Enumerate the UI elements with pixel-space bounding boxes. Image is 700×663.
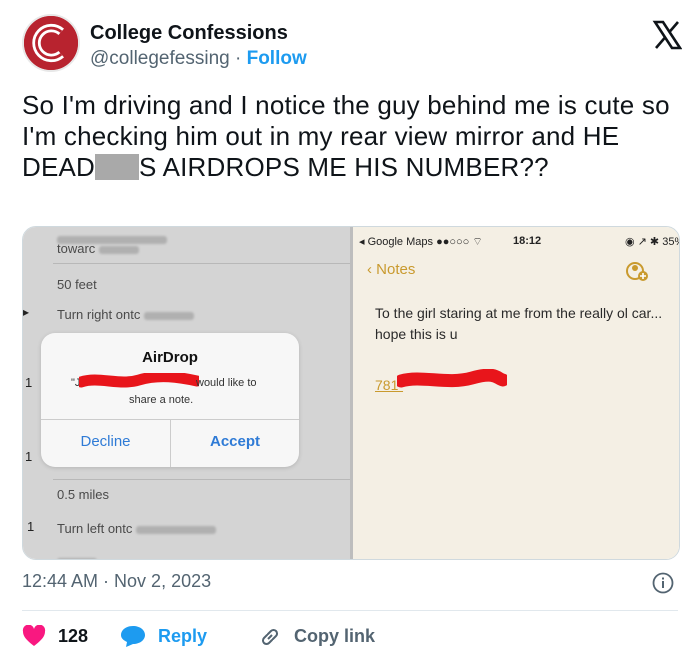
- like-count: 128: [58, 625, 89, 646]
- copy-link-button[interactable]: Copy link: [258, 622, 375, 650]
- follow-button[interactable]: Follow: [247, 48, 307, 69]
- author-handle[interactable]: @collegefessing: [90, 48, 230, 69]
- speech-bubble-icon: [121, 626, 145, 647]
- nav-line: 0.5 miles: [57, 487, 110, 502]
- heart-icon: [22, 625, 46, 646]
- author-name[interactable]: College Confessions: [90, 22, 288, 45]
- route-marker-icon: 1: [25, 375, 33, 390]
- status-app: ◂ Google Maps ●●○○○ ⌔: [359, 236, 483, 248]
- airdrop-title: AirDrop: [142, 349, 198, 366]
- note-body-text: To the girl staring at me from the reall…: [375, 305, 663, 342]
- x-logo-icon[interactable]: [652, 20, 682, 50]
- decline-button[interactable]: Decline: [41, 433, 170, 450]
- route-marker-icon: 1: [27, 519, 35, 534]
- maps-screenshot: towarc 50 feet ▸ Turn right ontc 1 1 Air…: [23, 227, 351, 559]
- tweet-text-part2: S AIRDROPS ME HIS NUMBER??: [139, 152, 549, 182]
- avatar[interactable]: [22, 14, 80, 72]
- notes-screenshot: ◂ Google Maps ●●○○○ ⌔ 18:12 ◉ ↗ ✱ 35% ‹ …: [353, 227, 679, 559]
- nav-line-bottom: [57, 553, 97, 559]
- link-icon: [261, 628, 279, 646]
- nav-divider: [53, 479, 351, 480]
- college-logo-icon: [24, 16, 78, 70]
- tweet-header: College Confessions @collegefessing · Fo…: [22, 14, 682, 78]
- status-bar: ◂ Google Maps ●●○○○ ⌔ 18:12 ◉ ↗ ✱ 35%: [353, 233, 679, 251]
- redaction-box: [95, 154, 140, 180]
- tweet-media[interactable]: towarc 50 feet ▸ Turn right ontc 1 1 Air…: [22, 226, 680, 560]
- copy-link-label: Copy link: [294, 625, 376, 646]
- accept-button[interactable]: Accept: [171, 433, 299, 450]
- red-redaction-scribble: [397, 369, 507, 388]
- status-battery: ◉ ↗ ✱ 35%: [625, 236, 679, 248]
- turn-right-arrow-icon: ▸: [23, 305, 30, 319]
- airdrop-message-line2: share a note.: [129, 394, 194, 406]
- nav-line: Turn right ontc: [57, 307, 194, 322]
- notes-back-button[interactable]: ‹ Notes: [367, 261, 415, 278]
- reply-label: Reply: [158, 625, 208, 646]
- share-contact-icon[interactable]: [623, 259, 651, 283]
- info-icon[interactable]: [652, 572, 674, 594]
- footer-divider: [22, 610, 678, 611]
- tweet-actions: 128 Reply Copy link: [22, 622, 678, 650]
- nav-line: towarc: [57, 241, 139, 256]
- nav-line: 50 feet: [57, 277, 97, 292]
- red-redaction-scribble: [79, 373, 199, 388]
- nav-line: Turn left ontc: [57, 521, 217, 536]
- separator-dot: ·: [234, 48, 242, 69]
- tweet-text: So I'm driving and I notice the guy behi…: [22, 90, 682, 183]
- route-marker-icon: 1: [25, 449, 33, 464]
- like-button[interactable]: 128: [22, 622, 88, 650]
- chevron-left-icon: ‹: [367, 261, 372, 278]
- airdrop-dialog: AirDrop "J would like to share a note. D…: [41, 333, 299, 467]
- nav-divider: [53, 263, 351, 264]
- airdrop-message-end: would like to: [196, 377, 257, 389]
- status-time: 18:12: [513, 235, 542, 247]
- tweet-timestamp[interactable]: 12:44 AM · Nov 2, 2023: [22, 571, 211, 592]
- reply-button[interactable]: Reply: [120, 622, 207, 650]
- author-handle-row: @collegefessing · Follow: [90, 48, 307, 70]
